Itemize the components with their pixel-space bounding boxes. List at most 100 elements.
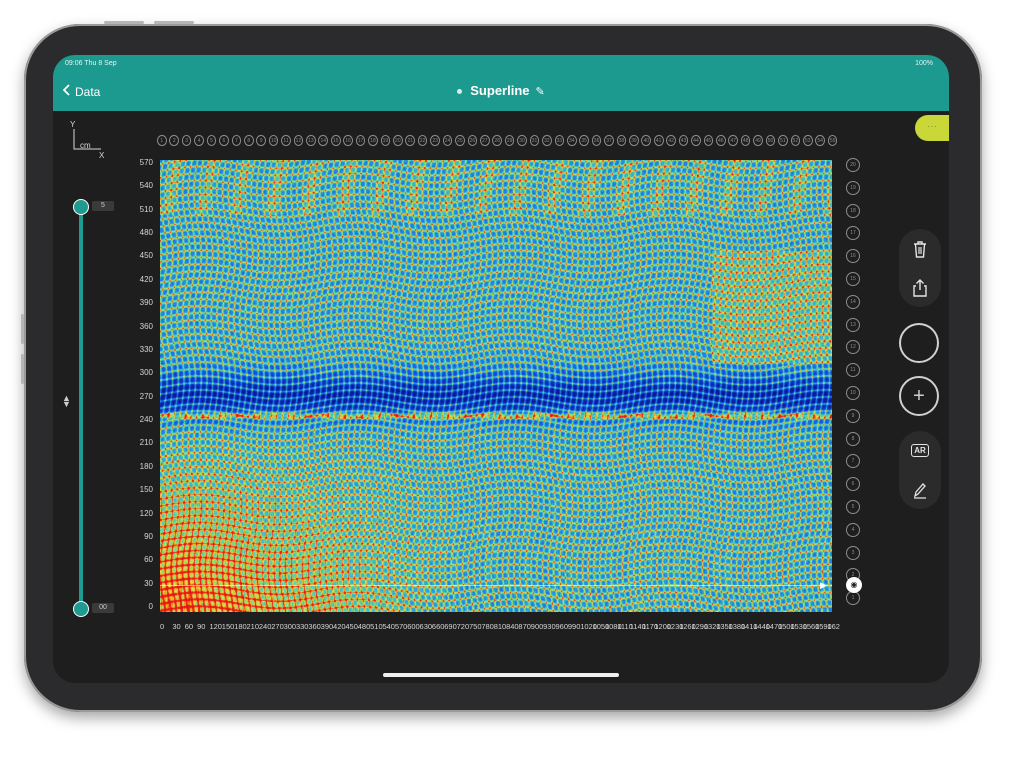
top-marker[interactable]: 48 xyxy=(740,135,751,146)
top-marker[interactable]: 6 xyxy=(219,135,229,146)
top-marker[interactable]: 34 xyxy=(566,135,577,146)
top-marker[interactable]: 33 xyxy=(554,135,565,146)
top-marker[interactable]: 7 xyxy=(231,135,242,146)
x-tick-label: 600 xyxy=(407,622,420,631)
top-marker[interactable]: 15 xyxy=(330,135,341,146)
side-marker[interactable]: 9 xyxy=(846,408,860,423)
top-marker[interactable]: 50 xyxy=(765,135,776,146)
side-marker[interactable]: 11 xyxy=(846,363,860,378)
depth-slider[interactable] xyxy=(79,205,83,608)
top-marker[interactable]: 22 xyxy=(417,135,428,146)
x-tick-label: 540 xyxy=(382,622,395,631)
volume-button xyxy=(21,354,24,384)
home-indicator[interactable] xyxy=(383,673,619,677)
edit-title-icon[interactable]: ✎ xyxy=(536,86,545,98)
pen-icon[interactable] xyxy=(904,474,936,506)
side-marker[interactable]: 20 xyxy=(846,158,860,172)
top-marker[interactable]: 11 xyxy=(281,135,291,146)
top-marker[interactable]: 1 xyxy=(157,135,167,146)
top-marker[interactable]: 16 xyxy=(343,135,353,146)
side-marker[interactable]: 5 xyxy=(846,500,860,514)
top-marker[interactable]: 27 xyxy=(479,135,490,146)
top-marker[interactable]: 8 xyxy=(243,135,254,146)
top-marker[interactable]: 42 xyxy=(666,135,676,146)
top-marker[interactable]: 44 xyxy=(691,135,701,146)
side-marker[interactable]: 12 xyxy=(846,340,860,355)
top-marker[interactable]: 37 xyxy=(604,135,614,146)
side-marker[interactable]: 18 xyxy=(846,203,860,218)
heatmap-canvas[interactable] xyxy=(160,160,832,612)
side-marker[interactable]: 15 xyxy=(846,272,860,286)
top-marker[interactable]: 45 xyxy=(703,135,714,146)
ar-icon[interactable]: AR xyxy=(904,435,936,467)
side-marker[interactable]: 10 xyxy=(846,386,860,400)
camera-icon[interactable]: ◉ xyxy=(846,577,862,593)
share-icon[interactable] xyxy=(904,272,936,304)
top-marker[interactable]: 19 xyxy=(380,135,391,146)
top-marker[interactable]: 39 xyxy=(629,135,639,146)
top-marker[interactable]: 43 xyxy=(678,135,689,146)
top-marker[interactable]: 32 xyxy=(542,135,552,146)
top-marker[interactable]: 41 xyxy=(653,135,664,146)
top-marker[interactable]: 17 xyxy=(355,135,366,146)
top-marker[interactable]: 12 xyxy=(293,135,304,146)
top-marker[interactable]: 23 xyxy=(430,135,440,146)
top-marker[interactable]: 20 xyxy=(393,135,403,146)
top-marker[interactable]: 52 xyxy=(790,135,801,146)
top-marker[interactable]: 14 xyxy=(318,135,329,146)
page-title[interactable]: Superline ✎ xyxy=(53,83,949,98)
top-marker[interactable]: 53 xyxy=(802,135,813,146)
top-marker[interactable]: 18 xyxy=(368,135,378,146)
side-marker[interactable]: 4 xyxy=(846,522,860,537)
top-marker[interactable]: 35 xyxy=(579,135,589,146)
cursor-line[interactable] xyxy=(160,585,832,586)
top-marker[interactable]: 49 xyxy=(753,135,763,146)
options-pill[interactable]: ··· xyxy=(915,115,949,141)
top-marker[interactable]: 21 xyxy=(405,135,416,146)
side-marker[interactable]: 17 xyxy=(846,226,860,241)
expand-vertical-icon[interactable]: ▲ ▼ xyxy=(62,394,71,409)
top-marker[interactable]: 3 xyxy=(181,135,192,146)
slider-bottom-handle[interactable] xyxy=(73,601,89,617)
record-button[interactable] xyxy=(899,323,939,363)
top-marker[interactable]: 47 xyxy=(728,135,739,146)
x-tick-label: 660 xyxy=(431,622,445,631)
side-marker[interactable]: 7 xyxy=(846,454,860,469)
side-marker[interactable]: 14 xyxy=(846,294,860,309)
play-icon[interactable]: ▶ xyxy=(820,580,827,591)
top-marker[interactable]: 31 xyxy=(529,135,540,146)
top-marker[interactable]: 24 xyxy=(442,135,453,146)
top-marker[interactable]: 51 xyxy=(778,135,788,146)
x-tick-label: 60 xyxy=(184,622,194,631)
top-marker[interactable]: 29 xyxy=(504,135,515,146)
top-marker[interactable]: 2 xyxy=(169,135,180,146)
side-marker[interactable]: 16 xyxy=(846,249,860,264)
top-marker[interactable]: 10 xyxy=(268,135,279,146)
add-button[interactable]: + xyxy=(899,376,939,416)
side-marker[interactable]: 8 xyxy=(846,431,860,446)
top-marker[interactable]: 9 xyxy=(256,135,266,146)
top-marker[interactable]: 4 xyxy=(194,135,204,146)
top-marker[interactable]: 38 xyxy=(616,135,627,146)
top-marker[interactable]: 40 xyxy=(641,135,652,146)
side-marker[interactable]: 3 xyxy=(846,545,860,560)
x-tick-label: 1620 xyxy=(827,622,840,631)
side-marker[interactable]: 6 xyxy=(846,477,860,492)
side-marker[interactable]: 1 xyxy=(846,591,860,606)
top-marker[interactable]: 55 xyxy=(827,135,838,146)
side-marker[interactable]: 19 xyxy=(846,180,860,195)
slider-top-handle[interactable] xyxy=(73,199,89,215)
side-marker[interactable]: 13 xyxy=(846,317,860,332)
y-tick-label: 210 xyxy=(139,438,153,448)
top-marker[interactable]: 25 xyxy=(455,135,465,146)
top-marker[interactable]: 46 xyxy=(715,135,726,146)
top-marker[interactable]: 30 xyxy=(517,135,527,146)
right-marker-column: 20 19 18 17 16 15 14 13 12 11 10 9 8 7 6 5 4 3 2 1 xyxy=(846,158,862,618)
top-marker[interactable]: 26 xyxy=(467,135,478,146)
trash-icon[interactable] xyxy=(904,233,936,265)
top-marker[interactable]: 5 xyxy=(206,135,217,146)
top-marker[interactable]: 28 xyxy=(492,135,503,146)
top-marker[interactable]: 13 xyxy=(306,135,316,146)
top-marker[interactable]: 36 xyxy=(591,135,602,146)
top-marker[interactable]: 54 xyxy=(815,135,825,146)
